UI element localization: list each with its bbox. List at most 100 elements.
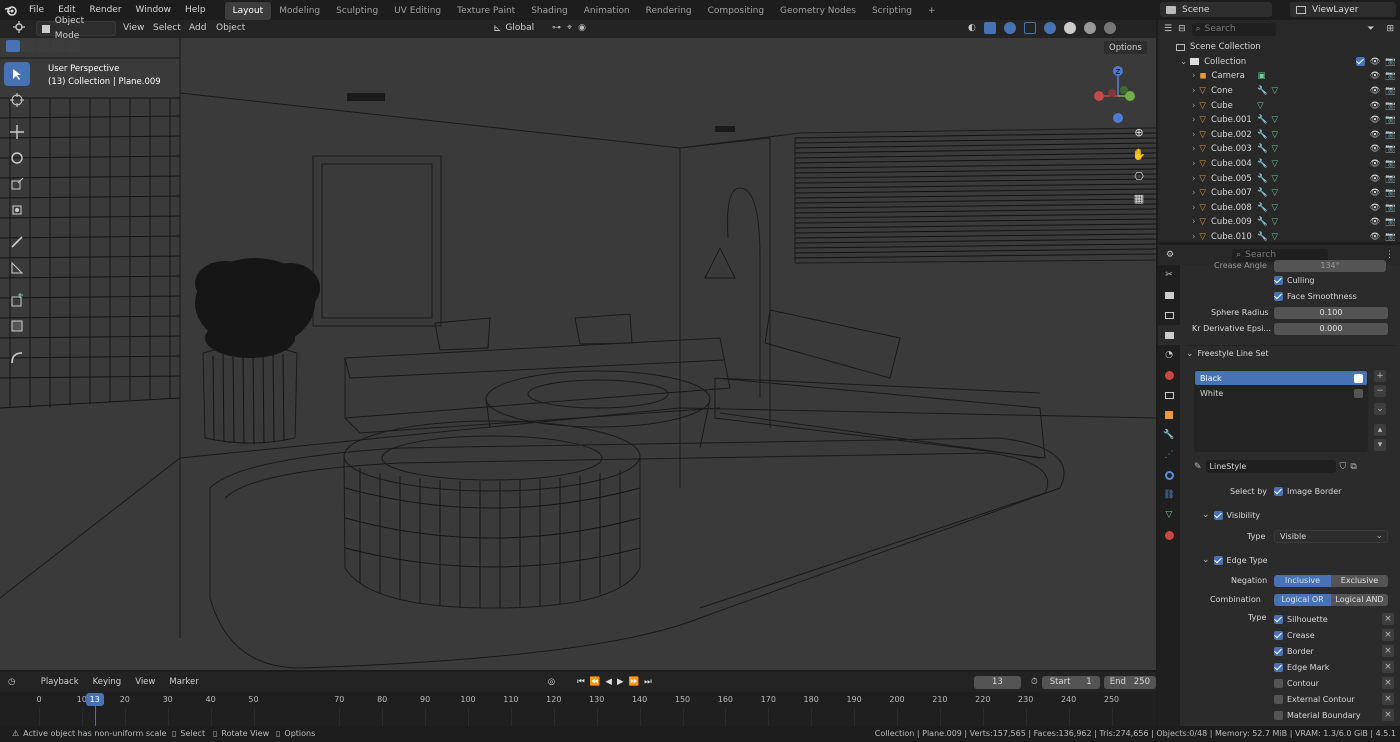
camera-render-icon[interactable]: 📷 (1385, 57, 1396, 67)
combination-and-button[interactable]: Logical AND (1331, 594, 1388, 606)
eye-icon[interactable]: 👁 (1370, 217, 1381, 227)
world-tab-icon[interactable] (1158, 365, 1180, 385)
tab-sculpting[interactable]: Sculpting (328, 2, 386, 20)
duplicate-icon[interactable]: ⧉ (1350, 462, 1356, 472)
menu-help[interactable]: Help (178, 0, 213, 20)
crease-angle-field[interactable]: 134° (1274, 260, 1386, 272)
render-tab-icon[interactable] (1158, 285, 1180, 305)
image-border-row[interactable]: Image Border (1274, 487, 1341, 496)
kr-derivative-field[interactable]: 0.000 (1274, 323, 1388, 335)
edge-type-row[interactable]: External Contour × (1274, 691, 1394, 707)
play-icon[interactable]: ▶ (617, 677, 624, 687)
constraints-tab-icon[interactable]: ⛓ (1158, 485, 1180, 505)
edge-type-row[interactable]: Edge Mark × (1274, 659, 1394, 675)
new-collection-icon[interactable]: ⊞ (1386, 24, 1394, 34)
select-extend-icon[interactable] (21, 40, 35, 52)
tab-compositing[interactable]: Compositing (700, 2, 772, 20)
display-mode-icon[interactable]: ⊟ (1178, 24, 1186, 34)
chevron-down-icon[interactable]: ⌄ (1180, 57, 1187, 67)
outliner-item[interactable]: › ▽ Cube.001 🔧 ▽ 👁 📷 (1158, 113, 1400, 128)
outliner-item[interactable]: › ▽ Cube.007 🔧 ▽ 👁 📷 (1158, 186, 1400, 201)
extrude-tool-icon[interactable] (4, 314, 30, 338)
gizmo-toggle-icon[interactable] (983, 22, 996, 34)
exclude-toggle-icon[interactable]: × (1382, 613, 1394, 625)
camera-render-icon[interactable]: 📷 (1385, 101, 1396, 111)
tab-scripting[interactable]: Scripting (864, 2, 920, 20)
scene-tab-icon[interactable]: ◔ (1158, 345, 1180, 365)
keying-menu[interactable]: Keying (88, 675, 127, 690)
eye-icon[interactable]: 👁 (1370, 144, 1381, 154)
select-box-tool-icon[interactable] (4, 62, 30, 86)
clock-icon[interactable]: ⏱ (1031, 677, 1038, 687)
data-tab-icon[interactable]: ▽ (1158, 505, 1180, 525)
face-smoothness-row[interactable]: Face Smoothness (1274, 292, 1357, 301)
exclude-toggle-icon[interactable]: × (1382, 645, 1394, 657)
camera-view-icon[interactable]: ⎔ (1134, 170, 1144, 183)
select-intersect-icon[interactable] (66, 40, 80, 52)
transform-tool-icon[interactable] (4, 198, 30, 222)
playhead-frame-label[interactable]: 13 (85, 693, 104, 706)
add-workspace-button[interactable]: + (920, 2, 944, 20)
eye-icon[interactable]: 👁 (1370, 115, 1381, 125)
chevron-right-icon[interactable]: › (1192, 217, 1195, 227)
menu-file[interactable]: File (22, 0, 51, 20)
snap-icon[interactable]: ⌖ (567, 23, 572, 35)
shading-material-icon[interactable] (1083, 22, 1096, 34)
scene-collection-row[interactable]: Scene Collection (1158, 40, 1400, 55)
outliner-item[interactable]: › ▽ Cube.010 🔧 ▽ 👁 📷 (1158, 230, 1400, 245)
outliner-item[interactable]: › ▽ Cube.004 🔧 ▽ 👁 📷 (1158, 157, 1400, 172)
eye-icon[interactable]: 👁 (1370, 188, 1381, 198)
edge-type-checkbox[interactable] (1213, 555, 1223, 565)
select-new-icon[interactable] (6, 40, 20, 52)
face-smoothness-checkbox[interactable] (1274, 292, 1283, 301)
edge-type-row[interactable]: Crease × (1274, 627, 1394, 643)
end-frame-field[interactable]: End 250 (1103, 675, 1156, 689)
xray-toggle-icon[interactable] (1023, 22, 1036, 34)
menu-window[interactable]: Window (129, 0, 179, 20)
timeline-ruler[interactable]: 0 10 20 30 40 50 70 80 90 100 110 120 130 140 150 160 17… (0, 692, 1156, 726)
camera-render-icon[interactable]: 📷 (1385, 71, 1396, 81)
collection-tab-icon[interactable] (1158, 385, 1180, 405)
add-cube-tool-icon[interactable] (4, 288, 30, 312)
eye-icon[interactable]: 👁 (1370, 101, 1381, 111)
annotate-tool-icon[interactable] (4, 230, 30, 254)
eye-icon[interactable]: 👁 (1370, 57, 1381, 67)
collection-exclude-checkbox[interactable] (1355, 56, 1365, 66)
tab-shading[interactable]: Shading (523, 2, 576, 20)
transform-orientation-dropdown[interactable]: ⊾ Global (488, 21, 539, 36)
object-mode-dropdown[interactable]: Object Mode (36, 16, 116, 41)
scale-tool-icon[interactable] (4, 172, 30, 196)
edge-type-checkbox[interactable] (1274, 710, 1283, 720)
pivot-icon[interactable]: ⊶ (552, 23, 561, 35)
image-border-checkbox[interactable] (1274, 487, 1283, 496)
rotate-tool-icon[interactable] (4, 146, 30, 170)
camera-render-icon[interactable]: 📷 (1385, 130, 1396, 140)
tab-uv-editing[interactable]: UV Editing (386, 2, 449, 20)
edge-type-subpanel-header[interactable]: ⌄ Edge Type (1202, 555, 1268, 565)
modifier-tab-icon[interactable]: 🔧 (1158, 425, 1180, 445)
timeline-editor-icon[interactable]: ◷ (8, 677, 15, 687)
camera-render-icon[interactable]: 📷 (1385, 203, 1396, 213)
visibility-subpanel-header[interactable]: ⌄ Visibility (1202, 510, 1260, 520)
negation-inclusive-button[interactable]: Inclusive (1274, 575, 1331, 587)
spin-tool-icon[interactable] (4, 346, 30, 370)
tab-geometry-nodes[interactable]: Geometry Nodes (772, 2, 864, 20)
outliner-item[interactable]: › ▽ Cube.008 🔧 ▽ 👁 📷 (1158, 201, 1400, 216)
zoom-icon[interactable]: ⊕ (1134, 126, 1143, 139)
linestyle-field[interactable]: LineStyle (1205, 460, 1336, 473)
outliner-editor-icon[interactable]: ☰ (1164, 24, 1172, 34)
edge-type-row[interactable]: Material Boundary × (1274, 707, 1394, 723)
edge-type-checkbox[interactable] (1274, 678, 1283, 688)
tab-layout[interactable]: Layout (224, 1, 272, 20)
freestyle-lineset-header[interactable]: ⌄ Freestyle Line Set (1186, 345, 1396, 361)
eye-icon[interactable]: 👁 (1370, 159, 1381, 169)
outliner-item[interactable]: › ▽ Cube.005 🔧 ▽ 👁 📷 (1158, 171, 1400, 186)
eye-icon[interactable]: 👁 (1370, 130, 1381, 140)
auto-keying-icon[interactable]: ◎ (548, 677, 555, 687)
view-layer-selector[interactable]: ViewLayer (1290, 2, 1396, 17)
eye-icon[interactable]: 👁 (1370, 71, 1381, 81)
select-subtract-icon[interactable] (36, 40, 50, 52)
combination-or-button[interactable]: Logical OR (1274, 594, 1331, 606)
outliner-item[interactable]: › ▽ Cube.002 🔧 ▽ 👁 📷 (1158, 128, 1400, 143)
tool-settings-tab-icon[interactable]: ✂ (1158, 265, 1180, 285)
